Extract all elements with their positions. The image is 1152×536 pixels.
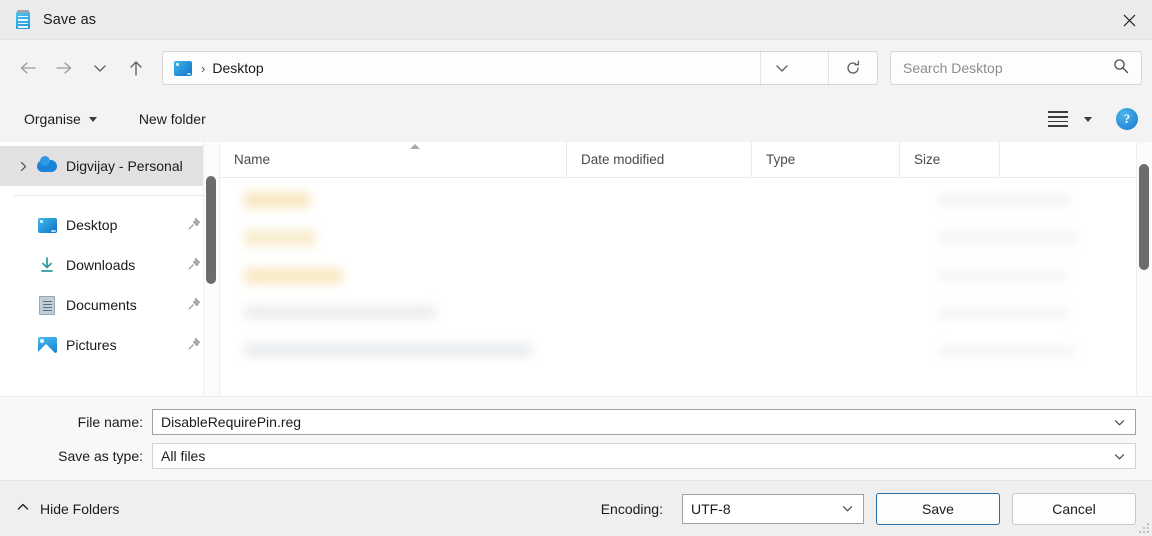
- search-icon: [1113, 58, 1129, 79]
- file-list-scrollbar-thumb[interactable]: [1139, 164, 1149, 270]
- view-list-icon[interactable]: [1048, 111, 1068, 127]
- chevron-up-icon: [16, 500, 30, 517]
- window-title: Save as: [43, 11, 97, 28]
- file-name-row: File name: DisableRequirePin.reg: [0, 409, 1152, 435]
- forward-arrow-icon[interactable]: [46, 52, 82, 84]
- sidebar-item-desktop[interactable]: Desktop: [0, 205, 219, 245]
- pin-icon[interactable]: [187, 217, 201, 234]
- dialog-footer: Hide Folders Encoding: UTF-8 Save Cancel: [0, 480, 1152, 536]
- column-header-spacer: [1000, 142, 1110, 178]
- file-rows[interactable]: [220, 178, 1152, 396]
- sort-ascending-icon: [410, 143, 420, 149]
- sidebar-item-label: Documents: [66, 297, 137, 313]
- documents-icon: [36, 295, 58, 315]
- refresh-icon[interactable]: [828, 52, 877, 84]
- view-chevron-down-icon[interactable]: [1084, 116, 1092, 122]
- sidebar-item-downloads[interactable]: Downloads: [0, 245, 219, 285]
- navigation-pane: Digvijay - Personal Desktop Downloads Do…: [0, 142, 220, 396]
- address-chevron-down-icon[interactable]: [760, 52, 803, 84]
- notepad-icon: [14, 9, 32, 30]
- column-header-size[interactable]: Size: [900, 142, 1000, 178]
- search-input[interactable]: Search Desktop: [903, 60, 1003, 76]
- desktop-icon: [174, 60, 192, 76]
- expand-chevron-right-icon[interactable]: [18, 161, 36, 172]
- new-folder-button[interactable]: New folder: [129, 106, 216, 132]
- save-form: File name: DisableRequirePin.reg Save as…: [0, 396, 1152, 480]
- column-label: Size: [914, 152, 941, 167]
- encoding-value: UTF-8: [691, 500, 731, 517]
- pictures-icon: [36, 335, 58, 355]
- up-arrow-icon[interactable]: [118, 52, 154, 84]
- onedrive-cloud-icon: [36, 156, 58, 176]
- cancel-button[interactable]: Cancel: [1012, 492, 1136, 525]
- resize-grip[interactable]: [1139, 523, 1149, 533]
- pin-icon[interactable]: [187, 297, 201, 314]
- sidebar-item-documents[interactable]: Documents: [0, 285, 219, 325]
- sidebar-item-label: Downloads: [66, 257, 136, 273]
- file-name-label: File name:: [77, 414, 143, 430]
- hide-folders-label: Hide Folders: [40, 500, 120, 517]
- column-header-name[interactable]: Name: [220, 142, 567, 178]
- chevron-down-icon[interactable]: [1113, 450, 1126, 463]
- save-as-dialog: Save as › Desktop Search Desktop Organis…: [0, 0, 1152, 536]
- desktop-icon: [36, 215, 58, 235]
- save-as-type-select[interactable]: All files: [152, 443, 1136, 469]
- address-bar[interactable]: › Desktop: [162, 51, 878, 85]
- sidebar-scrollbar-thumb[interactable]: [206, 176, 216, 284]
- search-box[interactable]: Search Desktop: [890, 51, 1142, 85]
- chevron-down-icon[interactable]: [1113, 416, 1126, 429]
- organise-label: Organise: [24, 111, 81, 127]
- file-list-pane: Name Date modified Type Size: [220, 142, 1152, 396]
- chevron-down-icon[interactable]: [841, 502, 854, 515]
- close-icon[interactable]: [1106, 0, 1152, 40]
- help-icon[interactable]: ?: [1116, 108, 1138, 130]
- chevron-down-icon: [88, 116, 97, 122]
- command-bar-right: ?: [1048, 108, 1138, 130]
- file-name-input[interactable]: DisableRequirePin.reg: [152, 409, 1136, 435]
- back-arrow-icon[interactable]: [10, 52, 46, 84]
- recent-locations-chevron-down-icon[interactable]: [82, 52, 118, 84]
- download-icon: [36, 255, 58, 275]
- sidebar-item-label: Pictures: [66, 337, 117, 353]
- breadcrumb-path[interactable]: Desktop: [212, 60, 263, 76]
- table-row[interactable]: [220, 260, 1152, 298]
- breadcrumb-separator: ›: [201, 60, 206, 76]
- save-as-type-label: Save as type:: [58, 448, 143, 464]
- table-row[interactable]: [220, 222, 1152, 260]
- file-name-value: DisableRequirePin.reg: [161, 414, 302, 430]
- command-bar: Organise New folder ?: [0, 96, 1152, 142]
- table-row[interactable]: [220, 184, 1152, 222]
- column-header-type[interactable]: Type: [752, 142, 900, 178]
- sidebar-item-pictures[interactable]: Pictures: [0, 325, 219, 365]
- table-row[interactable]: [220, 336, 1152, 374]
- column-header-row: Name Date modified Type Size: [220, 142, 1152, 178]
- sidebar-divider: [14, 195, 203, 196]
- sidebar-item-label: Digvijay - Personal: [66, 158, 183, 174]
- column-label: Name: [234, 152, 271, 167]
- new-folder-label: New folder: [138, 111, 206, 127]
- encoding-select[interactable]: UTF-8: [682, 493, 864, 524]
- column-label: Type: [766, 152, 796, 167]
- hide-folders-button[interactable]: Hide Folders: [16, 500, 119, 517]
- column-label: Date modified: [581, 152, 665, 167]
- pin-icon[interactable]: [187, 337, 201, 354]
- pin-icon[interactable]: [187, 257, 201, 274]
- save-button[interactable]: Save: [876, 492, 1000, 525]
- save-as-type-row: Save as type: All files: [0, 443, 1152, 469]
- table-row[interactable]: [220, 298, 1152, 336]
- sidebar-item-label: Desktop: [66, 217, 118, 233]
- sidebar-item-onedrive[interactable]: Digvijay - Personal: [0, 146, 219, 186]
- navigation-bar: › Desktop Search Desktop: [0, 40, 1152, 96]
- save-as-type-value: All files: [161, 448, 206, 464]
- organise-button[interactable]: Organise: [14, 106, 107, 132]
- column-header-date-modified[interactable]: Date modified: [567, 142, 752, 178]
- encoding-label: Encoding:: [600, 500, 663, 517]
- dialog-body: Digvijay - Personal Desktop Downloads Do…: [0, 142, 1152, 396]
- title-bar: Save as: [0, 0, 1152, 40]
- footer-actions: Encoding: UTF-8 Save Cancel: [600, 492, 1136, 525]
